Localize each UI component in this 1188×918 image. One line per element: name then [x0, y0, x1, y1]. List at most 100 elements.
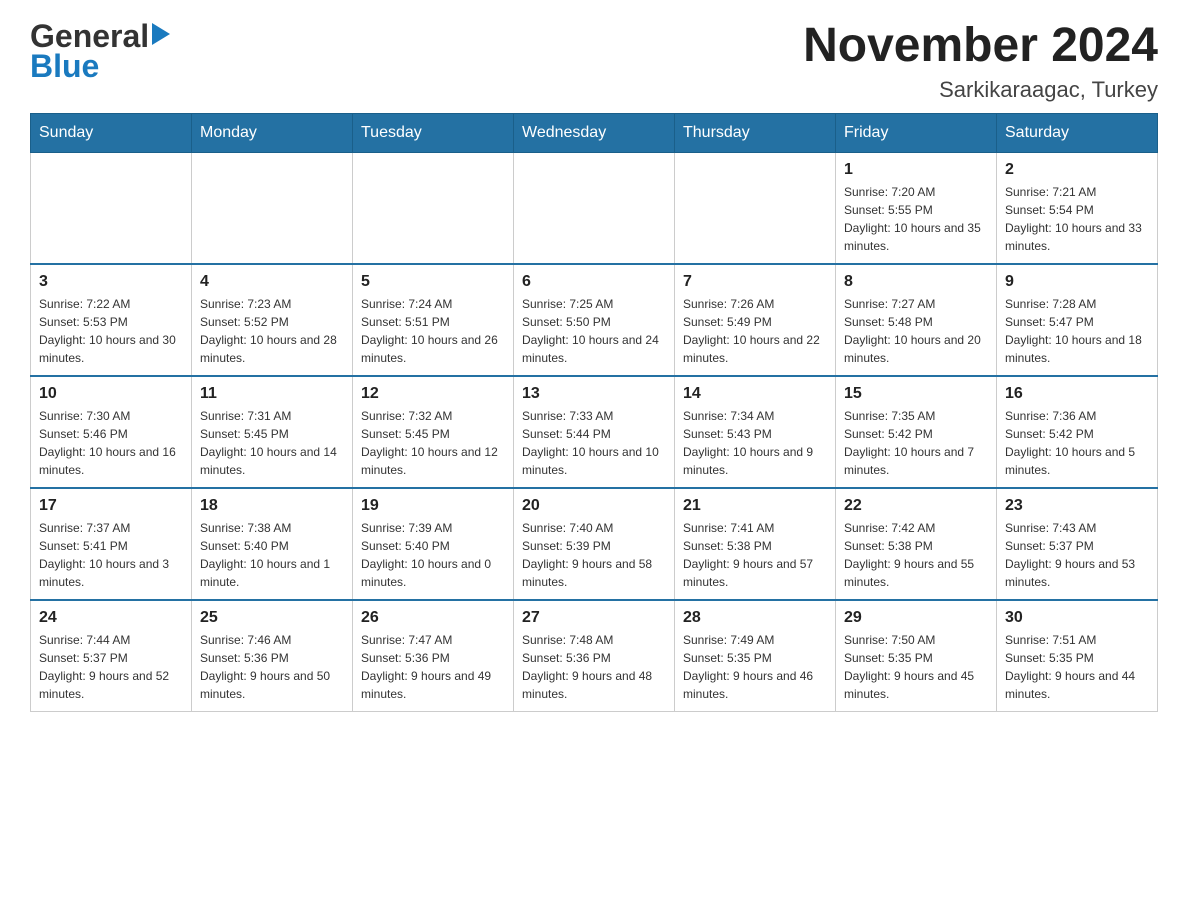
day-info: Sunrise: 7:37 AMSunset: 5:41 PMDaylight:… — [39, 519, 183, 591]
day-cell: 25 Sunrise: 7:46 AMSunset: 5:36 PMDayligh… — [192, 600, 353, 712]
day-cell: 19 Sunrise: 7:39 AMSunset: 5:40 PMDayligh… — [353, 488, 514, 600]
logo: General Blue — [30, 20, 170, 82]
day-cell: 1 Sunrise: 7:20 AMSunset: 5:55 PMDaylight… — [836, 152, 997, 264]
day-number: 9 — [1005, 273, 1149, 291]
day-info: Sunrise: 7:28 AMSunset: 5:47 PMDaylight:… — [1005, 295, 1149, 367]
day-info: Sunrise: 7:44 AMSunset: 5:37 PMDaylight:… — [39, 631, 183, 703]
day-number: 3 — [39, 273, 183, 291]
day-cell — [514, 152, 675, 264]
day-cell: 10Sunrise: 7:30 AMSunset: 5:46 PMDayligh… — [31, 376, 192, 488]
day-cell: 4 Sunrise: 7:23 AMSunset: 5:52 PMDaylight… — [192, 264, 353, 376]
day-info: Sunrise: 7:23 AMSunset: 5:52 PMDaylight:… — [200, 295, 344, 367]
day-info: Sunrise: 7:40 AMSunset: 5:39 PMDaylight:… — [522, 519, 666, 591]
day-number: 7 — [683, 273, 827, 291]
page-header: General Blue November 2024 Sarkikaraagac… — [30, 20, 1158, 103]
weekday-header-thursday: Thursday — [675, 113, 836, 152]
day-info: Sunrise: 7:24 AMSunset: 5:51 PMDaylight:… — [361, 295, 505, 367]
day-info: Sunrise: 7:21 AMSunset: 5:54 PMDaylight:… — [1005, 183, 1149, 255]
day-info: Sunrise: 7:20 AMSunset: 5:55 PMDaylight:… — [844, 183, 988, 255]
day-number: 21 — [683, 497, 827, 515]
day-info: Sunrise: 7:32 AMSunset: 5:45 PMDaylight:… — [361, 407, 505, 479]
day-number: 17 — [39, 497, 183, 515]
day-cell — [192, 152, 353, 264]
day-number: 25 — [200, 609, 344, 627]
day-info: Sunrise: 7:36 AMSunset: 5:42 PMDaylight:… — [1005, 407, 1149, 479]
logo-arrow-icon — [152, 23, 170, 45]
day-number: 1 — [844, 161, 988, 179]
day-number: 18 — [200, 497, 344, 515]
day-number: 19 — [361, 497, 505, 515]
day-cell: 27 Sunrise: 7:48 AMSunset: 5:36 PMDayligh… — [514, 600, 675, 712]
day-info: Sunrise: 7:41 AMSunset: 5:38 PMDaylight:… — [683, 519, 827, 591]
day-info: Sunrise: 7:39 AMSunset: 5:40 PMDaylight:… — [361, 519, 505, 591]
day-cell: 21 Sunrise: 7:41 AMSunset: 5:38 PMDayligh… — [675, 488, 836, 600]
logo-blue: Blue — [30, 48, 99, 84]
weekday-header-row: SundayMondayTuesdayWednesdayThursdayFrid… — [31, 113, 1158, 152]
day-info: Sunrise: 7:49 AMSunset: 5:35 PMDaylight:… — [683, 631, 827, 703]
day-cell: 18 Sunrise: 7:38 AMSunset: 5:40 PMDayligh… — [192, 488, 353, 600]
day-number: 5 — [361, 273, 505, 291]
day-info: Sunrise: 7:27 AMSunset: 5:48 PMDaylight:… — [844, 295, 988, 367]
day-info: Sunrise: 7:47 AMSunset: 5:36 PMDaylight:… — [361, 631, 505, 703]
day-number: 4 — [200, 273, 344, 291]
day-info: Sunrise: 7:34 AMSunset: 5:43 PMDaylight:… — [683, 407, 827, 479]
day-cell: 22 Sunrise: 7:42 AMSunset: 5:38 PMDayligh… — [836, 488, 997, 600]
day-cell: 6 Sunrise: 7:25 AMSunset: 5:50 PMDaylight… — [514, 264, 675, 376]
day-cell: 13 Sunrise: 7:33 AMSunset: 5:44 PMDayligh… — [514, 376, 675, 488]
day-info: Sunrise: 7:31 AMSunset: 5:45 PMDaylight:… — [200, 407, 344, 479]
day-info: Sunrise: 7:26 AMSunset: 5:49 PMDaylight:… — [683, 295, 827, 367]
day-number: 22 — [844, 497, 988, 515]
day-info: Sunrise: 7:35 AMSunset: 5:42 PMDaylight:… — [844, 407, 988, 479]
day-cell: 24 Sunrise: 7:44 AMSunset: 5:37 PMDayligh… — [31, 600, 192, 712]
title-section: November 2024 Sarkikaraagac, Turkey — [803, 20, 1158, 103]
day-number: 30 — [1005, 609, 1149, 627]
day-cell: 7 Sunrise: 7:26 AMSunset: 5:49 PMDaylight… — [675, 264, 836, 376]
day-info: Sunrise: 7:38 AMSunset: 5:40 PMDaylight:… — [200, 519, 344, 591]
day-cell: 5 Sunrise: 7:24 AMSunset: 5:51 PMDaylight… — [353, 264, 514, 376]
day-cell — [31, 152, 192, 264]
week-row-5: 24 Sunrise: 7:44 AMSunset: 5:37 PMDayligh… — [31, 600, 1158, 712]
weekday-header-wednesday: Wednesday — [514, 113, 675, 152]
day-cell: 16Sunrise: 7:36 AMSunset: 5:42 PMDayligh… — [997, 376, 1158, 488]
day-info: Sunrise: 7:46 AMSunset: 5:36 PMDaylight:… — [200, 631, 344, 703]
day-info: Sunrise: 7:22 AMSunset: 5:53 PMDaylight:… — [39, 295, 183, 367]
weekday-header-saturday: Saturday — [997, 113, 1158, 152]
day-number: 14 — [683, 385, 827, 403]
day-cell: 29Sunrise: 7:50 AMSunset: 5:35 PMDayligh… — [836, 600, 997, 712]
day-info: Sunrise: 7:30 AMSunset: 5:46 PMDaylight:… — [39, 407, 183, 479]
weekday-header-sunday: Sunday — [31, 113, 192, 152]
month-title: November 2024 — [803, 20, 1158, 73]
day-cell: 30 Sunrise: 7:51 AMSunset: 5:35 PMDayligh… — [997, 600, 1158, 712]
day-info: Sunrise: 7:48 AMSunset: 5:36 PMDaylight:… — [522, 631, 666, 703]
week-row-3: 10Sunrise: 7:30 AMSunset: 5:46 PMDayligh… — [31, 376, 1158, 488]
day-info: Sunrise: 7:42 AMSunset: 5:38 PMDaylight:… — [844, 519, 988, 591]
day-number: 2 — [1005, 161, 1149, 179]
day-cell: 2 Sunrise: 7:21 AMSunset: 5:54 PMDaylight… — [997, 152, 1158, 264]
day-info: Sunrise: 7:51 AMSunset: 5:35 PMDaylight:… — [1005, 631, 1149, 703]
day-cell: 23Sunrise: 7:43 AMSunset: 5:37 PMDayligh… — [997, 488, 1158, 600]
day-number: 26 — [361, 609, 505, 627]
day-info: Sunrise: 7:25 AMSunset: 5:50 PMDaylight:… — [522, 295, 666, 367]
day-cell: 8 Sunrise: 7:27 AMSunset: 5:48 PMDaylight… — [836, 264, 997, 376]
week-row-1: 1 Sunrise: 7:20 AMSunset: 5:55 PMDaylight… — [31, 152, 1158, 264]
day-number: 6 — [522, 273, 666, 291]
day-number: 8 — [844, 273, 988, 291]
day-info: Sunrise: 7:33 AMSunset: 5:44 PMDaylight:… — [522, 407, 666, 479]
day-cell: 17 Sunrise: 7:37 AMSunset: 5:41 PMDayligh… — [31, 488, 192, 600]
day-number: 11 — [200, 385, 344, 403]
day-number: 12 — [361, 385, 505, 403]
day-number: 13 — [522, 385, 666, 403]
weekday-header-monday: Monday — [192, 113, 353, 152]
day-cell — [353, 152, 514, 264]
day-cell: 20 Sunrise: 7:40 AMSunset: 5:39 PMDayligh… — [514, 488, 675, 600]
day-cell: 3 Sunrise: 7:22 AMSunset: 5:53 PMDaylight… — [31, 264, 192, 376]
day-number: 29 — [844, 609, 988, 627]
day-cell: 11 Sunrise: 7:31 AMSunset: 5:45 PMDayligh… — [192, 376, 353, 488]
week-row-4: 17 Sunrise: 7:37 AMSunset: 5:41 PMDayligh… — [31, 488, 1158, 600]
day-number: 24 — [39, 609, 183, 627]
day-cell — [675, 152, 836, 264]
day-number: 23 — [1005, 497, 1149, 515]
day-number: 27 — [522, 609, 666, 627]
day-cell: 28Sunrise: 7:49 AMSunset: 5:35 PMDayligh… — [675, 600, 836, 712]
day-number: 20 — [522, 497, 666, 515]
